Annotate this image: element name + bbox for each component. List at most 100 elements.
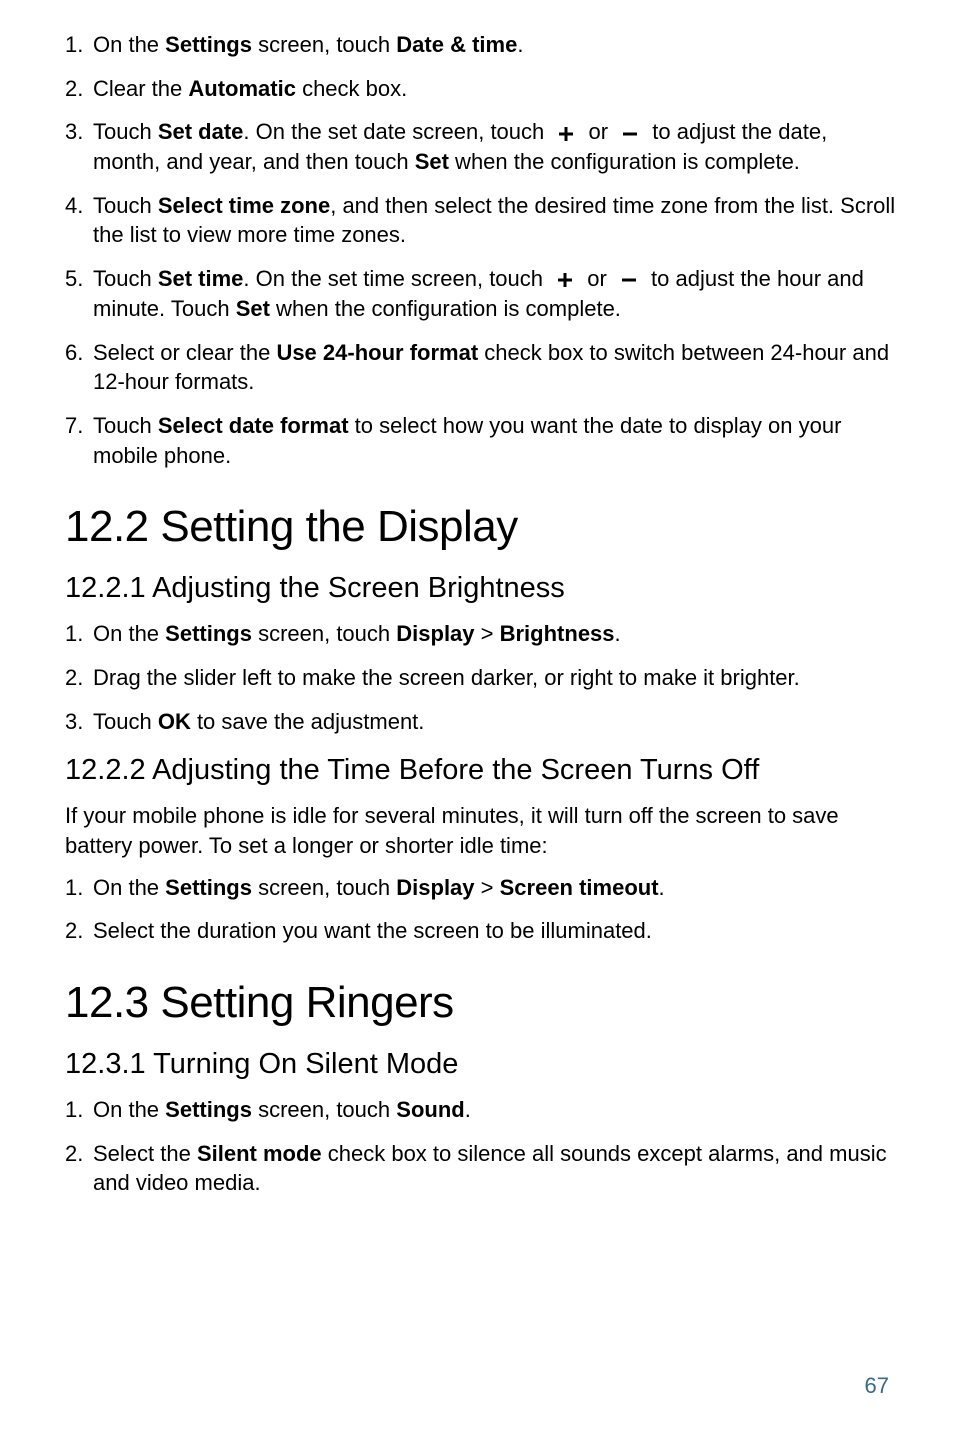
bold-text: Select time zone — [158, 193, 330, 218]
list-item: 2. Drag the slider left to make the scre… — [65, 663, 899, 693]
list-number: 2. — [65, 663, 93, 693]
heading-12-2: 12.2 Setting the Display — [65, 502, 899, 552]
bold-text: Select date format — [158, 413, 349, 438]
text: when the configuration is complete. — [449, 149, 800, 174]
list-content: Drag the slider left to make the screen … — [93, 663, 899, 693]
text: Touch — [93, 266, 158, 291]
bold-text: Settings — [165, 32, 252, 57]
text: . — [659, 875, 665, 900]
text: > — [475, 875, 500, 900]
text: . — [465, 1097, 471, 1122]
list-item: 2. Select the duration you want the scre… — [65, 916, 899, 946]
text: when the configuration is complete. — [270, 296, 621, 321]
list-item: 2. Select the Silent mode check box to s… — [65, 1139, 899, 1198]
text: . — [615, 621, 621, 646]
bold-text: Date & time — [396, 32, 517, 57]
text: Touch — [93, 119, 158, 144]
text: to save the adjustment. — [191, 709, 425, 734]
bold-text: Settings — [165, 1097, 252, 1122]
list-number: 1. — [65, 619, 93, 649]
list-content: Touch Set time. On the set time screen, … — [93, 264, 899, 323]
text: Select the — [93, 1141, 197, 1166]
bold-text: Sound — [396, 1097, 464, 1122]
heading-12-3-1: 12.3.1 Turning On Silent Mode — [65, 1048, 899, 1081]
text: Select or clear the — [93, 340, 276, 365]
list-content: On the Settings screen, touch Display > … — [93, 619, 899, 649]
list-content: On the Settings screen, touch Sound. — [93, 1095, 899, 1125]
text: screen, touch — [252, 875, 396, 900]
minus-icon — [619, 270, 639, 290]
list-number: 4. — [65, 191, 93, 250]
page-number: 67 — [865, 1373, 889, 1399]
bold-text: Settings — [165, 875, 252, 900]
text: or — [582, 119, 614, 144]
plus-icon — [556, 124, 576, 144]
list-content: On the Settings screen, touch Date & tim… — [93, 30, 899, 60]
heading-12-2-2: 12.2.2 Adjusting the Time Before the Scr… — [65, 754, 899, 787]
text: screen, touch — [252, 32, 396, 57]
list-number: 3. — [65, 707, 93, 737]
list-number: 7. — [65, 411, 93, 470]
list-content: Clear the Automatic check box. — [93, 74, 899, 104]
list-content: Touch Set date. On the set date screen, … — [93, 117, 899, 176]
text: Drag the slider left to make the screen … — [93, 665, 800, 690]
list-content: Touch Select date format to select how y… — [93, 411, 899, 470]
list-item: 4. Touch Select time zone, and then sele… — [65, 191, 899, 250]
text: check box. — [296, 76, 407, 101]
list-content: Select the duration you want the screen … — [93, 916, 899, 946]
list-content: Select the Silent mode check box to sile… — [93, 1139, 899, 1198]
list-number: 3. — [65, 117, 93, 176]
list-item: 7. Touch Select date format to select ho… — [65, 411, 899, 470]
bold-text: Set time — [158, 266, 244, 291]
list-item: 6. Select or clear the Use 24-hour forma… — [65, 338, 899, 397]
plus-icon — [555, 270, 575, 290]
text: Clear the — [93, 76, 188, 101]
list-item: 5. Touch Set time. On the set time scree… — [65, 264, 899, 323]
bold-text: Set — [236, 296, 270, 321]
text: . — [517, 32, 523, 57]
text: Touch — [93, 193, 158, 218]
minus-icon — [620, 124, 640, 144]
bold-text: Set date — [158, 119, 244, 144]
list-item: 1. On the Settings screen, touch Sound. — [65, 1095, 899, 1125]
text: Select the duration you want the screen … — [93, 918, 652, 943]
list-item: 3. Touch OK to save the adjustment. — [65, 707, 899, 737]
list-item: 3. Touch Set date. On the set date scree… — [65, 117, 899, 176]
list-number: 5. — [65, 264, 93, 323]
text: > — [475, 621, 500, 646]
bold-text: Use 24-hour format — [276, 340, 478, 365]
list-content: Touch OK to save the adjustment. — [93, 707, 899, 737]
bold-text: Silent mode — [197, 1141, 322, 1166]
list-number: 6. — [65, 338, 93, 397]
text: Touch — [93, 413, 158, 438]
list-item: 1. On the Settings screen, touch Date & … — [65, 30, 899, 60]
text: Touch — [93, 709, 158, 734]
heading-12-3: 12.3 Setting Ringers — [65, 978, 899, 1028]
list-number: 1. — [65, 30, 93, 60]
text: . On the set time screen, touch — [243, 266, 549, 291]
text: screen, touch — [252, 621, 396, 646]
bold-text: Automatic — [188, 76, 296, 101]
bold-text: Display — [396, 875, 474, 900]
list-12-2-1: 1. On the Settings screen, touch Display… — [65, 619, 899, 736]
heading-12-2-1: 12.2.1 Adjusting the Screen Brightness — [65, 572, 899, 605]
bold-text: Display — [396, 621, 474, 646]
text: On the — [93, 875, 165, 900]
bold-text: Screen timeout — [500, 875, 659, 900]
list-number: 2. — [65, 74, 93, 104]
list-item: 1. On the Settings screen, touch Display… — [65, 873, 899, 903]
text: On the — [93, 32, 165, 57]
list-item: 1. On the Settings screen, touch Display… — [65, 619, 899, 649]
list-number: 2. — [65, 916, 93, 946]
bold-text: Set — [415, 149, 449, 174]
list-number: 2. — [65, 1139, 93, 1198]
text: screen, touch — [252, 1097, 396, 1122]
list-item: 2. Clear the Automatic check box. — [65, 74, 899, 104]
bold-text: Brightness — [500, 621, 615, 646]
text: On the — [93, 1097, 165, 1122]
paragraph: If your mobile phone is idle for several… — [65, 801, 899, 860]
text: . On the set date screen, touch — [243, 119, 550, 144]
text: or — [581, 266, 613, 291]
intro-list: 1. On the Settings screen, touch Date & … — [65, 30, 899, 470]
list-12-2-2: 1. On the Settings screen, touch Display… — [65, 873, 899, 946]
